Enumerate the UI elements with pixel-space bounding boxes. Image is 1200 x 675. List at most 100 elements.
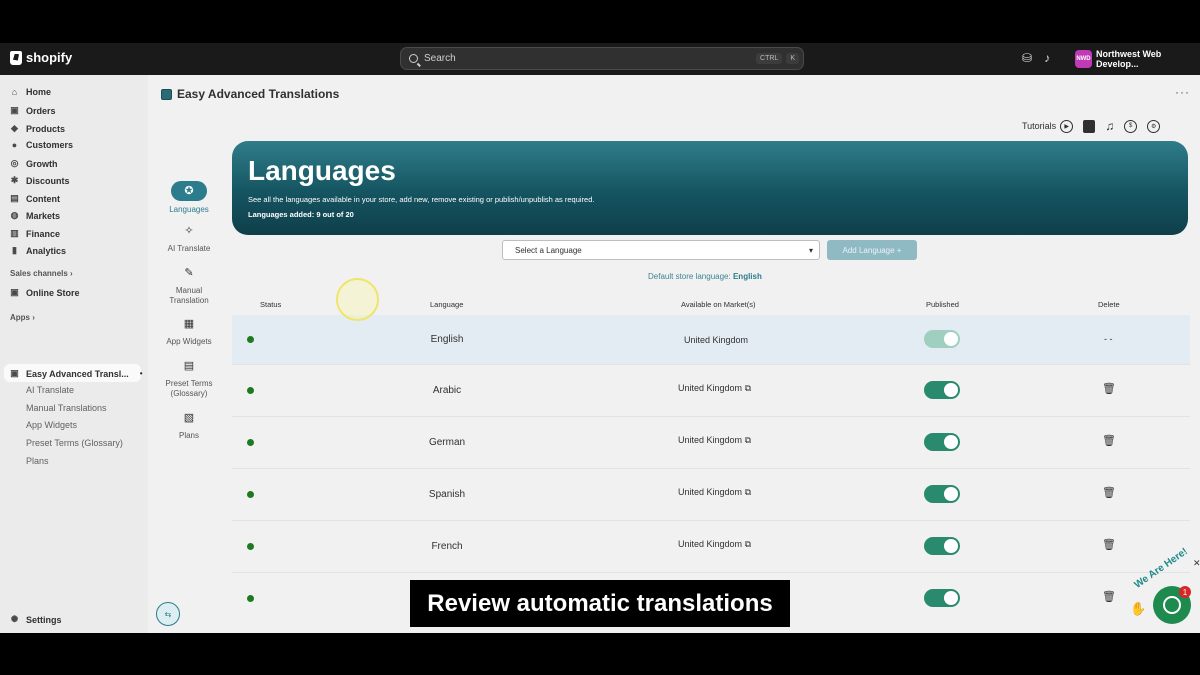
sidebar-item-online-store[interactable]: ▣ Online Store [10,287,80,298]
published-toggle[interactable] [924,537,960,555]
close-icon[interactable]: ✕ [1193,558,1200,569]
sidebar-item-customers[interactable]: ● Customers [10,140,73,150]
sidebar-item-easy-advanced-translations[interactable]: ▣ Easy Advanced Transl... • [10,368,143,379]
search-input[interactable] [424,53,757,64]
play-icon: ▶ [1060,119,1074,133]
published-toggle[interactable] [924,589,960,607]
inner-nav-preset-terms[interactable]: ▤ Preset Terms (Glossary) [162,361,216,399]
sidebar-item-finance[interactable]: ▥ Finance [10,228,60,239]
status-active-dot [247,595,254,602]
sidebar-subitem-manual-translations[interactable]: Manual Translations [26,403,107,413]
sidebar-item-label: Easy Advanced Transl... [26,368,129,379]
widgets-icon: ▦ [183,318,195,330]
sidebar-subitem-ai-translate[interactable]: AI Translate [26,385,74,395]
market-link[interactable]: United Kingdom ⧉ [678,435,751,446]
app-frame: shopify CTRL K ⛁ ♪ NWD Northwest Web Dev… [0,43,1200,633]
trash-icon[interactable]: 🗑 [1102,486,1116,499]
market-link[interactable]: United Kingdom ⧉ [678,383,751,394]
language-name: French [431,541,463,552]
sidebar-item-markets[interactable]: ◍ Markets [10,210,60,221]
inner-nav-languages[interactable]: ✪ Languages [162,181,216,215]
language-select[interactable]: Select a Language ▾ [502,240,820,260]
sidebar-item-label: Customers [26,140,74,150]
sidebar-subitem-preset-terms[interactable]: Preset Terms (Glossary) [26,438,123,448]
growth-icon: ◎ [10,158,19,168]
gear-icon: ✺ [10,614,19,624]
sidebar-item-label: Home [26,87,52,97]
inner-nav-label: AI Translate [167,244,211,253]
table-row: English United Kingdom - - [232,315,1190,365]
language-name: German [428,437,466,448]
main-content: Easy Advanced Translations ··· Tutorials… [148,75,1200,633]
sidebar-item-products[interactable]: ◆ Products [10,123,65,134]
app-logo-icon [161,88,172,100]
trash-icon[interactable]: 🗑 [1102,538,1116,551]
market-name: United Kingdom [678,435,743,445]
sidebar-item-label: Finance [26,228,61,239]
sidebar-item-home[interactable]: ⌂ Home [10,87,51,97]
published-toggle[interactable] [924,433,960,451]
column-header-language: Language [430,300,464,309]
external-link-icon: ⧉ [744,539,751,549]
sales-channels-header[interactable]: Sales channels › [10,269,73,278]
bell-icon[interactable]: ♪ [1044,51,1050,65]
apps-header[interactable]: Apps › [10,313,35,322]
inner-nav-manual-translation[interactable]: ✎ Manual Translation [162,268,216,306]
sidebar-item-label: Growth [26,158,58,169]
sidebar-item-orders[interactable]: ▣ Orders [10,105,56,116]
chat-bubble-icon [1163,596,1181,614]
trash-icon[interactable]: 🗑 [1102,590,1116,603]
trash-icon[interactable]: 🗑 [1102,382,1116,395]
sidebar-item-label: Orders [26,105,56,116]
sidebar-item-label: Discounts [26,175,70,186]
market-link[interactable]: United Kingdom ⧉ [678,539,751,550]
dollar-icon[interactable]: $ [1124,119,1138,133]
table-row: German United Kingdom ⧉ 🗑 [232,417,1190,469]
status-active-dot [247,439,254,446]
sparkle-icon: ✧ [184,225,194,237]
published-toggle[interactable] [924,381,960,399]
app-icon: ▣ [10,368,19,378]
inner-nav-label: Plans [178,431,199,440]
tutorials-link[interactable]: Tutorials ▶ [1022,119,1074,133]
inner-nav-app-widgets[interactable]: ▦ App Widgets [162,319,216,347]
chat-button[interactable]: 1 [1153,586,1191,624]
more-options-icon[interactable]: ··· [1175,85,1190,99]
shortcut-key: K [786,53,799,64]
guide-book-icon[interactable] [1083,119,1096,133]
inner-nav-label: App Widgets [166,337,212,346]
clipboard-icon: ▧ [183,412,195,424]
store-avatar: NWD [1075,50,1092,68]
sidebar-item-content[interactable]: ▤ Content [10,193,60,204]
search-bar[interactable]: CTRL K [400,47,804,70]
language-name: English [430,334,464,345]
translate-toggle-icon[interactable]: ⇆ [156,602,180,626]
inner-nav-plans[interactable]: ▧ Plans [162,413,216,441]
sidebar-item-label: Online Store [26,287,80,298]
sidebar-subitem-plans[interactable]: Plans [26,456,49,466]
notification-bell-icon[interactable]: ♫ [1105,119,1114,133]
sidebar-item-discounts[interactable]: ✱ Discounts [10,175,70,186]
inner-nav-ai-translate[interactable]: ✧ AI Translate [162,226,216,254]
published-toggle[interactable] [924,485,960,503]
store-menu[interactable]: NWD Northwest Web Develop... [1075,49,1200,69]
trash-icon[interactable]: 🗑 [1102,434,1116,447]
status-active-dot [247,543,254,550]
select-placeholder: Select a Language [515,245,582,255]
person-icon: ● [11,140,18,150]
add-language-button[interactable]: Add Language + [827,240,917,260]
languages-count: Languages added: 9 out of 20 [248,210,354,219]
market-link[interactable]: United Kingdom ⧉ [678,487,751,498]
shopify-logo[interactable]: shopify [10,50,72,65]
section-label: Sales channels [10,269,68,278]
sidebar-item-analytics[interactable]: ▮ Analytics [10,245,66,256]
settings-gear-icon[interactable]: ⚙ [1147,119,1161,133]
sidekick-icon[interactable]: ⛁ [1022,51,1032,65]
sidebar-item-growth[interactable]: ◎ Growth [10,158,58,169]
sidebar-item-settings[interactable]: ✺ Settings [10,614,62,625]
banner-description: See all the languages available in your … [248,195,595,204]
sidebar-subitem-app-widgets[interactable]: App Widgets [26,420,77,430]
pin-icon[interactable]: • [140,369,143,378]
app-toolbar: Tutorials ▶ ♫ $ ⚙ [1022,119,1161,133]
languages-banner: Languages See all the languages availabl… [232,141,1188,235]
